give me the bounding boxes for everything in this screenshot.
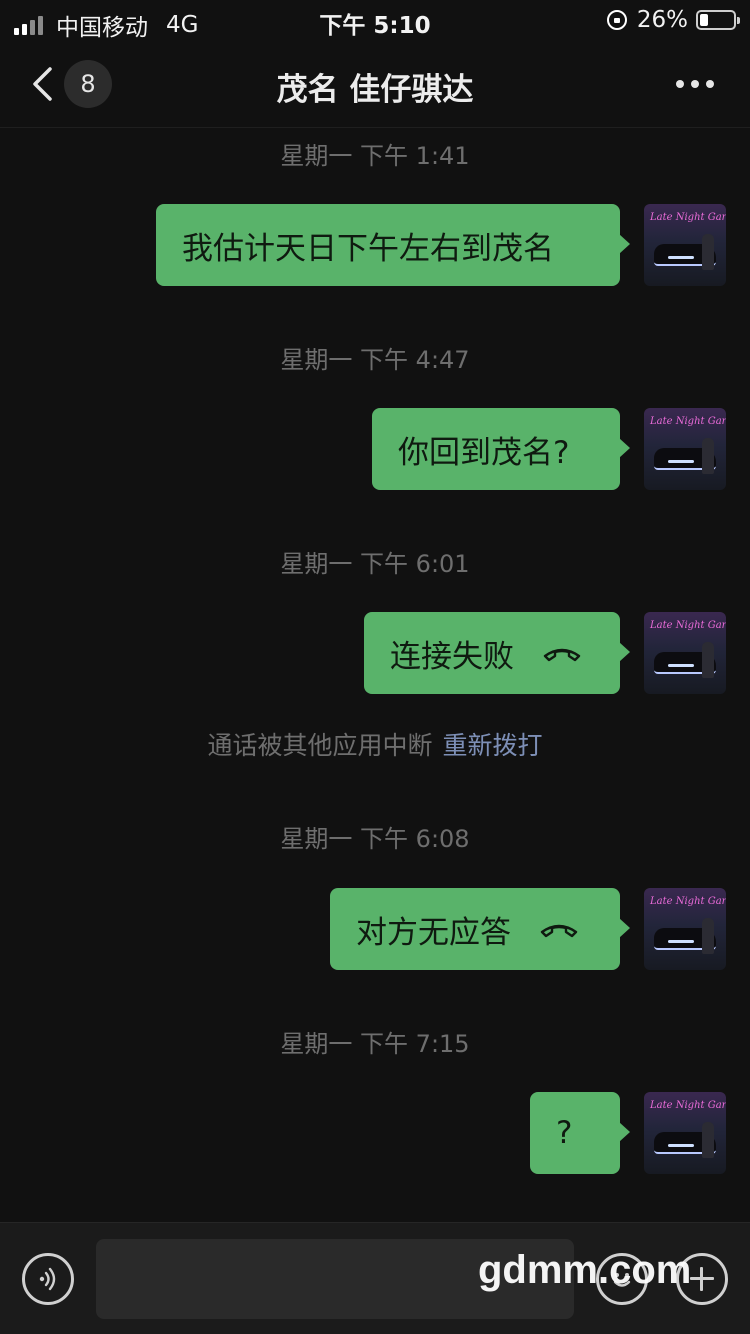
avatar-figure [702, 1122, 714, 1158]
more-dots-icon[interactable] [676, 80, 714, 88]
chat-screen: 中国移动 4G 下午 5:10 26% 8 茂名 佳仔骐达 星期一 下午 1:4… [0, 0, 750, 1334]
message-text: 连接失败 [390, 638, 514, 675]
avatar-figure [702, 234, 714, 270]
avatar[interactable]: Late Night Garage [644, 1092, 726, 1174]
message-row: 我估计天日下午左右到茂名 Late Night Garage [156, 204, 726, 286]
avatar-headlight [668, 1144, 694, 1147]
message-text: 对方无应答 [356, 914, 511, 951]
avatar-neon-text: Late Night Garage [650, 1100, 726, 1111]
nav-bar: 8 茂名 佳仔骐达 [0, 40, 750, 128]
avatar[interactable]: Late Night Garage [644, 888, 726, 970]
call-status-bubble[interactable]: 对方无应答 [330, 888, 630, 970]
rotation-lock-icon [606, 10, 627, 30]
message-timestamp: 星期一 下午 6:01 [280, 550, 470, 578]
status-bar: 中国移动 4G 下午 5:10 26% [0, 0, 750, 41]
message-row: 连接失败 Late Night Garage [364, 612, 726, 694]
chat-title: 茂名 佳仔骐达 [276, 72, 474, 108]
voice-icon [39, 1267, 56, 1291]
avatar[interactable]: Late Night Garage [644, 612, 726, 694]
message-bubble[interactable]: ? [530, 1092, 630, 1174]
avatar-figure [702, 918, 714, 954]
battery-icon [696, 10, 740, 30]
message-timestamp: 星期一 下午 6:08 [280, 825, 470, 853]
message-bubble[interactable]: 我估计天日下午左右到茂名 [156, 204, 630, 286]
system-note-text: 通话被其他应用中断 [207, 731, 433, 760]
call-interrupted-note: 通话被其他应用中断 重新拨打 [0, 726, 750, 762]
message-bubble[interactable]: 你回到茂名? [372, 408, 630, 490]
message-text: 你回到茂名? [398, 434, 570, 471]
message-timestamp: 星期一 下午 4:47 [280, 346, 470, 374]
status-right: 26% [606, 7, 740, 33]
voice-button[interactable] [22, 1253, 74, 1305]
avatar-neon-text: Late Night Garage [650, 212, 726, 223]
battery-percent: 26% [636, 7, 688, 33]
avatar-figure [702, 438, 714, 474]
message-timestamp: 星期一 下午 7:15 [280, 1030, 470, 1058]
avatar-figure [702, 642, 714, 678]
phone-hangup-icon [540, 924, 578, 938]
avatar-headlight [668, 460, 694, 463]
watermark: gdmm.com [478, 1248, 692, 1292]
phone-hangup-icon [543, 648, 581, 662]
redial-link[interactable]: 重新拨打 [443, 731, 543, 760]
avatar-headlight [668, 256, 694, 259]
message-row: 对方无应答 Late Night Garage [330, 888, 726, 970]
message-row: ? Late Night Garage [530, 1092, 726, 1174]
avatar-neon-text: Late Night Garage [650, 620, 726, 631]
message-text: ? [556, 1115, 573, 1151]
message-timestamp: 星期一 下午 1:41 [280, 142, 470, 170]
message-row: 你回到茂名? Late Night Garage [372, 408, 726, 490]
call-status-bubble[interactable]: 连接失败 [364, 612, 630, 694]
avatar[interactable]: Late Night Garage [644, 408, 726, 490]
message-text: 我估计天日下午左右到茂名 [182, 230, 554, 267]
avatar-headlight [668, 940, 694, 943]
avatar-headlight [668, 664, 694, 667]
avatar-neon-text: Late Night Garage [650, 416, 726, 427]
avatar[interactable]: Late Night Garage [644, 204, 726, 286]
avatar-neon-text: Late Night Garage [650, 896, 726, 907]
